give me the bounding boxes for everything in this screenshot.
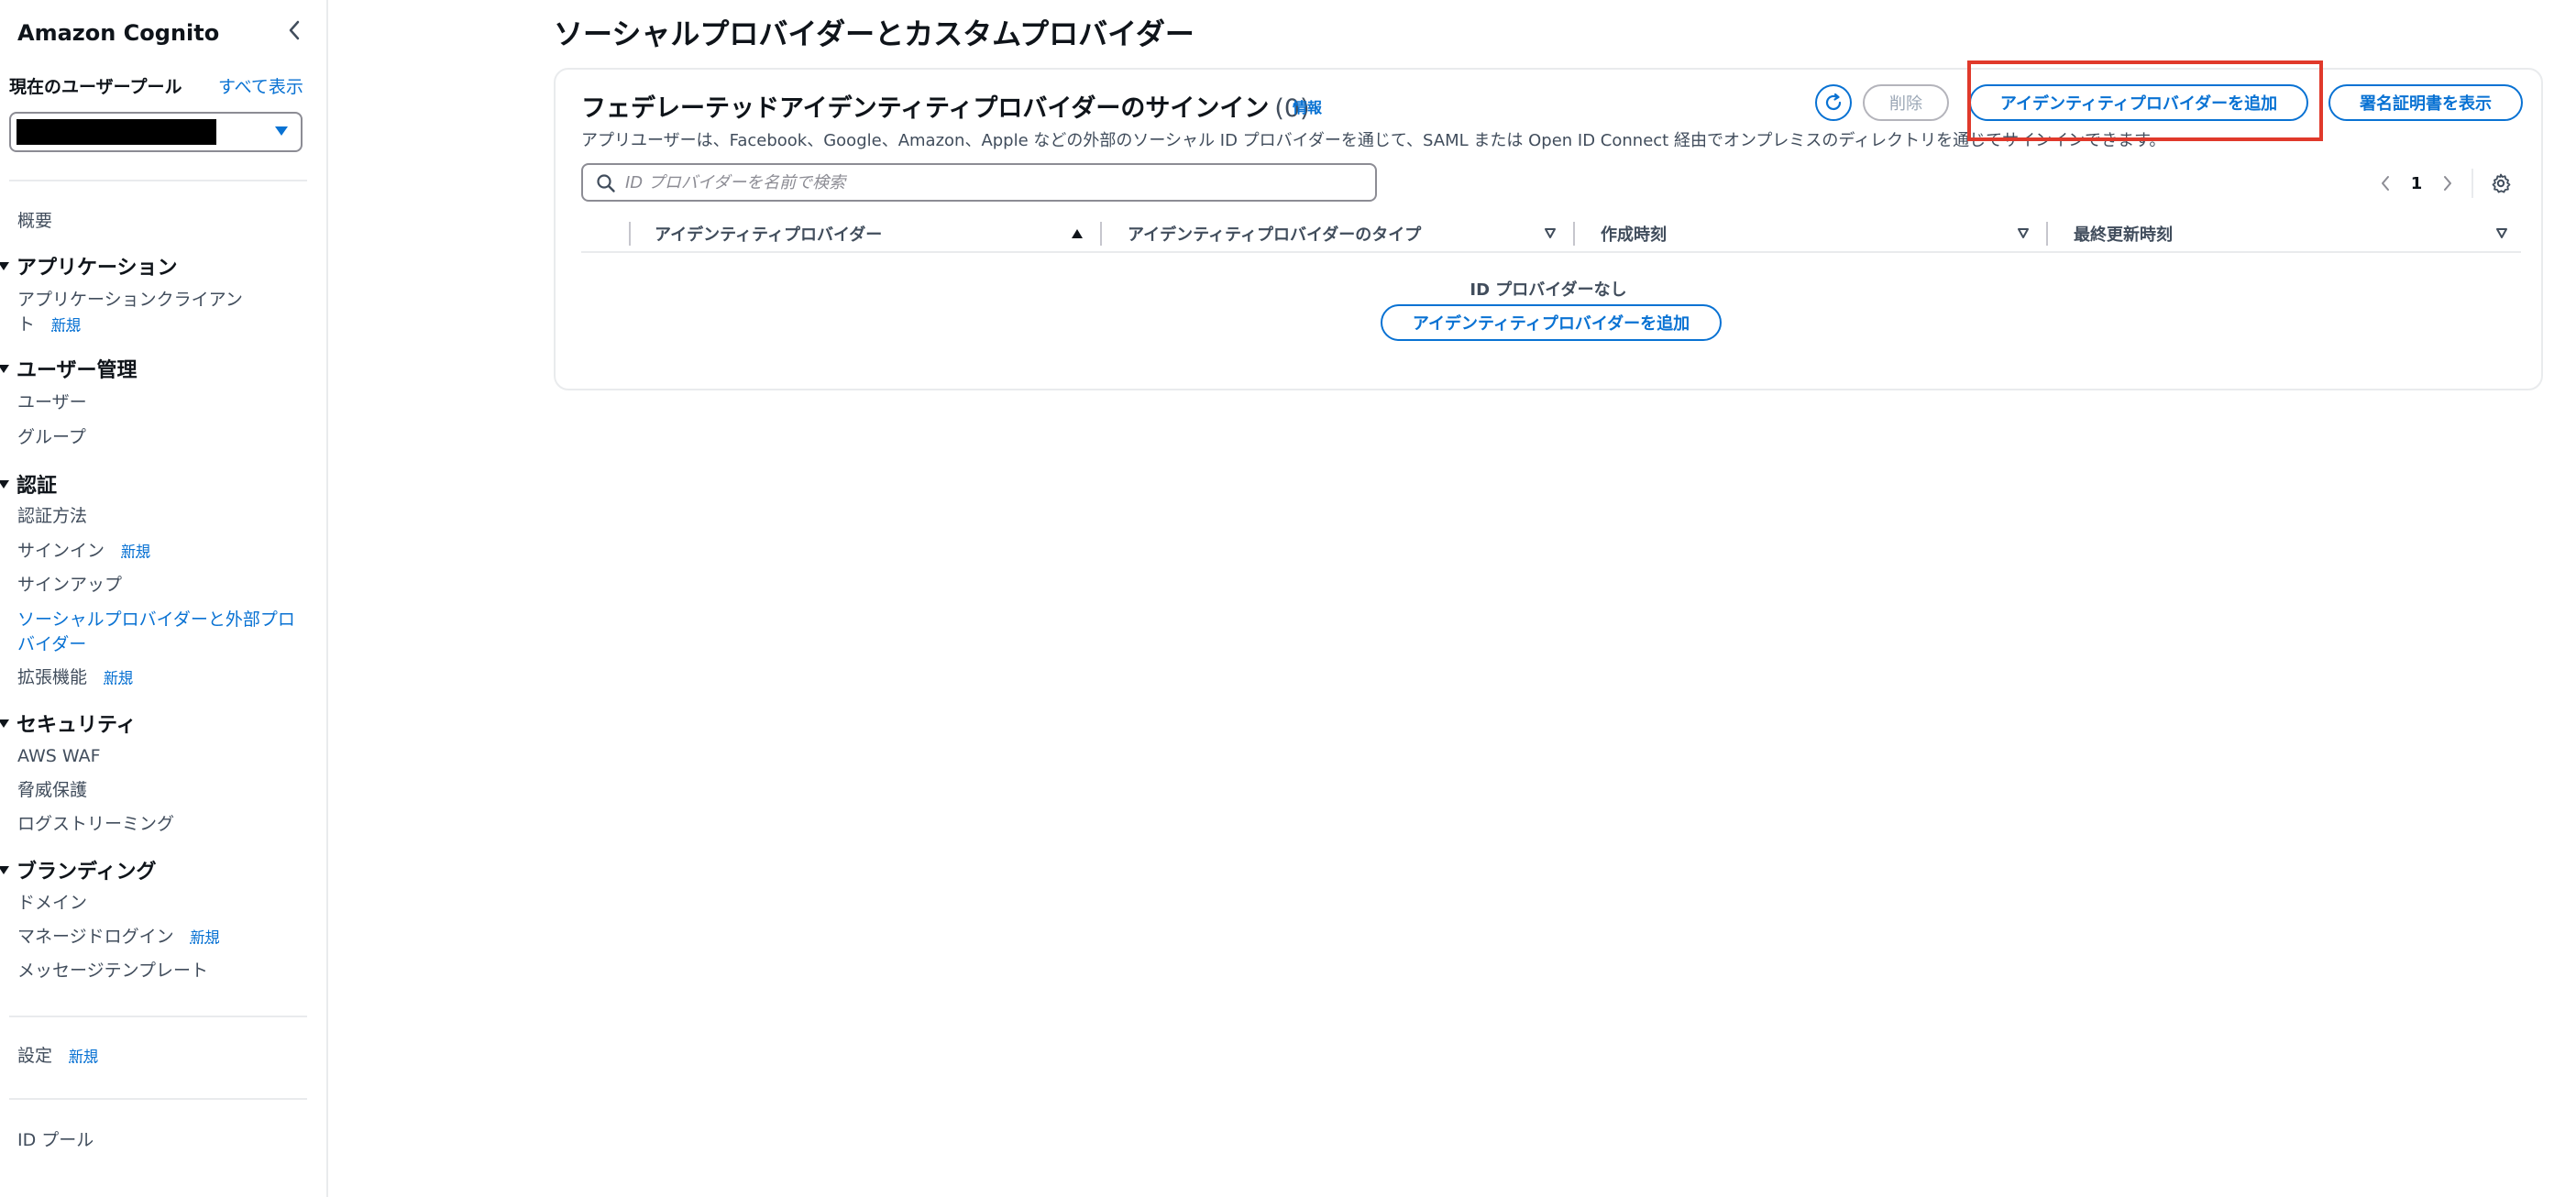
expand-triangle-icon [0, 364, 9, 373]
sort-ascending-icon[interactable] [1071, 227, 1084, 240]
nav-app-clients-cont[interactable]: ト 新規 [17, 313, 81, 337]
chevron-right-icon [2444, 176, 2451, 191]
sort-icon[interactable] [1544, 227, 1557, 240]
search-input[interactable] [625, 170, 1359, 194]
nav-sign-in[interactable]: サインイン 新規 [17, 539, 150, 564]
nav-managed-login[interactable]: マネージドログイン 新規 [17, 925, 220, 950]
nav-section-branding[interactable]: ブランディング [0, 855, 156, 884]
nav-social-providers[interactable]: ソーシャルプロバイダーと外部プロ [17, 608, 295, 632]
nav-auth-methods[interactable]: 認証方法 [17, 504, 87, 529]
gear-icon [2492, 173, 2511, 193]
divider [9, 1016, 307, 1017]
collapse-sidebar-button[interactable] [281, 16, 308, 44]
page-number[interactable]: 1 [2396, 174, 2437, 193]
expand-triangle-icon [0, 719, 9, 728]
nav-label: 拡張機能 [17, 667, 88, 687]
new-badge[interactable]: 新規 [191, 928, 220, 946]
column-divider [629, 222, 631, 246]
chevron-left-icon [289, 20, 300, 40]
page-title: ソーシャルプロバイダーとカスタムプロバイダー [554, 16, 1194, 51]
container-description: アプリユーザーは、Facebook、Google、Amazon、Apple など… [581, 131, 2166, 150]
new-badge[interactable]: 新規 [104, 669, 133, 686]
nav-section-security[interactable]: セキュリティ [0, 708, 137, 738]
empty-state-add-provider-button[interactable]: アイデンティティプロバイダーを追加 [1381, 304, 1722, 341]
nav-section-authentication[interactable]: 認証 [0, 469, 57, 499]
info-link[interactable]: 情報 [1293, 95, 1322, 117]
container-title: フェデレーテッドアイデンティティプロバイダーのサインイン [581, 94, 1270, 123]
expand-triangle-icon [0, 261, 9, 270]
highlight-annotation-box [1967, 60, 2323, 141]
nav-aws-waf[interactable]: AWS WAF [17, 744, 101, 769]
table-preferences-button[interactable] [2486, 169, 2515, 198]
nav-threat-protection[interactable]: 脅威保護 [17, 778, 87, 803]
column-header-provider[interactable]: アイデンティティプロバイダー [655, 214, 882, 253]
side-navigation: Amazon Cognito 現在のユーザープール すべて表示 概要 アプリケー… [0, 0, 328, 1197]
section-heading: 認証 [17, 475, 58, 498]
refresh-button[interactable] [1815, 84, 1852, 121]
previous-page-button[interactable] [2374, 170, 2396, 196]
nav-label: ト [17, 314, 36, 335]
divider [9, 1098, 307, 1100]
empty-state-title: ID プロバイダーなし [1470, 280, 1627, 300]
expand-triangle-icon [0, 865, 9, 874]
divider [9, 180, 307, 181]
nav-label: サインイン [17, 541, 105, 561]
column-divider [1100, 222, 1102, 246]
nav-social-providers-cont[interactable]: バイダー [17, 632, 86, 657]
search-icon [597, 174, 615, 192]
column-divider [1573, 222, 1575, 246]
pager-divider [2471, 169, 2473, 198]
nav-section-application[interactable]: アプリケーション [0, 251, 178, 280]
column-header-created[interactable]: 作成時刻 [1601, 214, 1667, 253]
new-badge[interactable]: 新規 [121, 543, 150, 560]
delete-button[interactable]: 削除 [1863, 84, 1949, 121]
expand-triangle-icon [0, 479, 9, 489]
container-header: フェデレーテッドアイデンティティプロバイダーのサインイン (0) [581, 88, 1310, 124]
column-header-last-updated[interactable]: 最終更新時刻 [2074, 214, 2173, 253]
nav-label: マネージドログイン [17, 927, 174, 947]
nav-app-clients[interactable]: アプリケーションクライアン [17, 288, 243, 313]
nav-label: 設定 [17, 1046, 53, 1066]
column-divider [2046, 222, 2048, 246]
table-header: アイデンティティプロバイダー アイデンティティプロバイダーのタイプ 作成時刻 最… [581, 214, 2521, 253]
show-signing-certificate-button[interactable]: 署名証明書を表示 [2328, 84, 2523, 121]
section-heading: ユーザー管理 [17, 359, 138, 382]
nav-extensions[interactable]: 拡張機能 新規 [17, 665, 133, 690]
nav-label: バイダー [17, 634, 87, 654]
nav-label: アプリケーションクライアン [17, 290, 243, 310]
nav-identity-pools[interactable]: ID プール [17, 1128, 94, 1153]
nav-section-user-management[interactable]: ユーザー管理 [0, 354, 138, 383]
caret-down-icon [275, 126, 288, 136]
new-badge[interactable]: 新規 [69, 1048, 98, 1065]
service-title[interactable]: Amazon Cognito [17, 20, 219, 46]
next-page-button[interactable] [2437, 170, 2459, 196]
nav-domain[interactable]: ドメイン [17, 891, 87, 916]
section-heading: アプリケーション [17, 257, 178, 280]
nav-settings[interactable]: 設定 新規 [17, 1044, 98, 1069]
show-all-link[interactable]: すべて表示 [218, 73, 303, 98]
nav-label: ソーシャルプロバイダーと外部プロ [17, 609, 295, 630]
nav-groups[interactable]: グループ [17, 425, 86, 450]
column-header-provider-type[interactable]: アイデンティティプロバイダーのタイプ [1128, 214, 1421, 253]
nav-overview[interactable]: 概要 [17, 209, 52, 234]
pagination: 1 [2374, 169, 2515, 198]
chevron-left-icon [2382, 176, 2389, 191]
sort-icon[interactable] [2017, 227, 2030, 240]
user-pool-select[interactable] [9, 112, 303, 152]
sort-icon[interactable] [2495, 227, 2508, 240]
search-field[interactable] [581, 163, 1377, 202]
section-heading: ブランディング [17, 861, 157, 884]
new-badge[interactable]: 新規 [51, 316, 81, 334]
current-user-pool-label: 現在のユーザープール [9, 77, 182, 97]
refresh-icon [1825, 93, 1842, 111]
nav-sign-up[interactable]: サインアップ [17, 573, 122, 598]
nav-log-streaming[interactable]: ログストリーミング [17, 812, 174, 837]
nav-message-templates[interactable]: メッセージテンプレート [17, 959, 208, 983]
redacted-pool-name [17, 119, 216, 145]
section-heading: セキュリティ [17, 714, 137, 737]
nav-users[interactable]: ユーザー [17, 390, 87, 415]
